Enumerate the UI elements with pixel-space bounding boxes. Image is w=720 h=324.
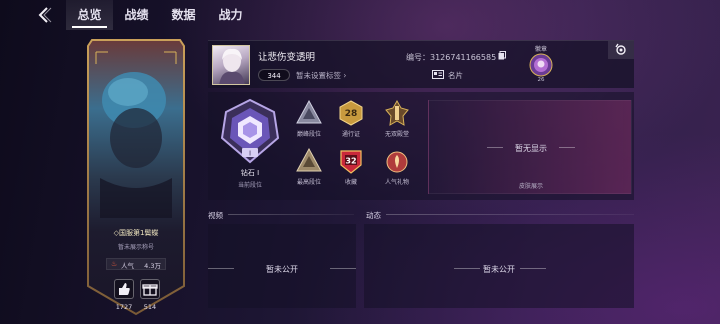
crest-number: 26: [537, 77, 545, 83]
tab-bar: 总览 战绩 数据 战力: [66, 0, 254, 30]
skin-empty-text: 暂无显示: [515, 144, 547, 153]
gift-icon: [142, 284, 158, 296]
rank-panel: I 钻石 I 当前段位 巅峰段位 28 通行证 无双殿堂 最高段位 32 收藏 …: [208, 92, 634, 200]
namecard-label[interactable]: 名片: [448, 70, 463, 81]
rank-tier-number: I: [249, 150, 251, 158]
badge-label-peak: 巅峰段位: [296, 131, 321, 138]
avatar-portrait: [219, 48, 245, 84]
hall-icon[interactable]: [384, 100, 410, 126]
tab-power[interactable]: 战力: [207, 0, 254, 30]
dynamic-panel[interactable]: 暂未公开: [364, 224, 634, 308]
rank-caption: 当前段位: [237, 182, 262, 189]
collection-icon[interactable]: 32: [338, 148, 364, 174]
camera-gear-icon: [615, 43, 626, 55]
hero-card[interactable]: ◇国服第1鬓蝶 暂未展示称号 ♨ 人气 4.3万 1727 514: [86, 38, 186, 316]
collection-count: 32: [345, 157, 356, 166]
gift-button[interactable]: [140, 279, 160, 299]
namecard-icon[interactable]: [432, 70, 444, 79]
photo-settings-button[interactable]: [608, 41, 634, 59]
gifts-count: 514: [143, 303, 157, 311]
avatar[interactable]: [212, 45, 250, 85]
divider: [386, 214, 634, 215]
player-id: 编号：3126741166585: [406, 53, 497, 62]
skin-showcase[interactable]: 暂无显示 皮肤展示: [428, 100, 632, 194]
tab-overview[interactable]: 总览: [66, 0, 113, 30]
thumbs-up-icon: [119, 283, 130, 295]
hero-card-art: [87, 39, 185, 316]
popularity-row: ♨ 人气 4.3万: [106, 258, 166, 270]
player-name: 让悲伤变透明: [258, 52, 316, 63]
video-panel[interactable]: 暂未公开: [208, 224, 356, 308]
badge-label-hall: 无双殿堂: [384, 131, 409, 138]
battle-pass-icon[interactable]: 28: [338, 100, 364, 126]
divider: [228, 214, 354, 215]
crest-title: 徽章: [534, 46, 547, 53]
video-empty-text: 暂未公开: [266, 265, 298, 274]
dynamic-section-title: 动态: [366, 211, 381, 220]
badge-label-pass: 通行证: [341, 131, 360, 138]
hero-subtitle: 暂未展示称号: [117, 244, 154, 251]
divider: [559, 147, 575, 148]
divider: [520, 268, 546, 269]
back-button[interactable]: [34, 5, 54, 25]
level-badge: 344: [258, 69, 290, 81]
copy-icon[interactable]: [498, 51, 506, 60]
skin-caption: 皮肤展示: [518, 183, 543, 190]
chevron-right-icon: ›: [343, 71, 347, 80]
top-nav: 总览 战绩 数据 战力: [0, 0, 720, 30]
tag-placeholder-text: 暂未设置标签: [296, 71, 341, 80]
divider: [330, 268, 356, 269]
battle-pass-level: 28: [345, 109, 358, 119]
popularity-label: 人气: [121, 262, 134, 270]
like-button[interactable]: [114, 279, 134, 299]
fire-icon: ♨: [111, 260, 118, 268]
chevron-left-icon: [38, 7, 52, 23]
peak-rank-icon[interactable]: [296, 100, 322, 126]
popularity-gift-icon[interactable]: [384, 148, 410, 174]
crest-badge-icon[interactable]: [529, 53, 553, 77]
profile-header: 让悲伤变透明 344 暂未设置标签 › 编号：3126741166585 名片 …: [208, 40, 634, 88]
rank-tier-name: 钻石 I: [240, 169, 260, 177]
badge-label-collection: 收藏: [344, 179, 357, 186]
badge-label-gift: 人气礼物: [384, 179, 409, 186]
highest-rank-icon[interactable]: [296, 148, 322, 174]
badge-label-highest: 最高段位: [296, 179, 321, 186]
diamond-rank-emblem-icon[interactable]: I: [220, 98, 280, 164]
tab-data[interactable]: 数据: [160, 0, 207, 30]
hero-title: ◇国服第1鬓蝶: [113, 229, 159, 237]
tab-record[interactable]: 战绩: [113, 0, 160, 30]
popularity-value: 4.3万: [144, 262, 161, 270]
dynamic-empty-text: 暂未公开: [483, 265, 515, 274]
tag-setting[interactable]: 暂未设置标签 ›: [296, 70, 346, 81]
video-section-title: 视频: [208, 211, 223, 220]
